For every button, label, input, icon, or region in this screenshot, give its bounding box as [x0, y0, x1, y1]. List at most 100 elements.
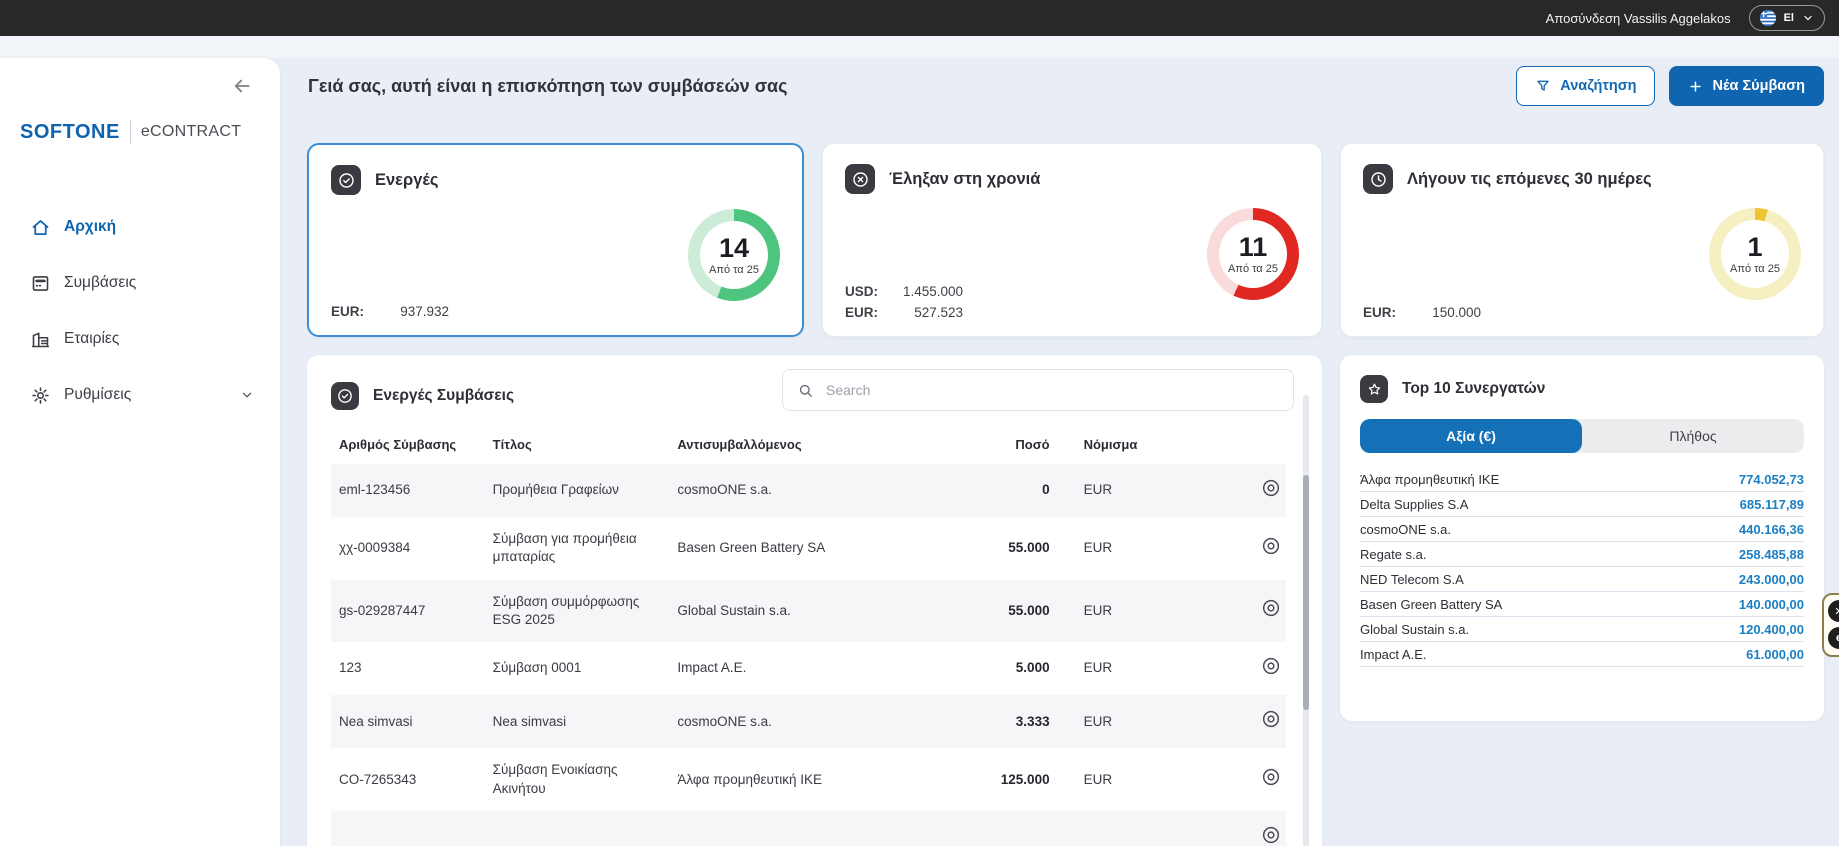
check-circle-icon	[331, 382, 359, 410]
partner-row: NED Telecom S.A 243.000,00	[1360, 567, 1804, 592]
card-title: Έληξαν στη χρονιά	[889, 169, 1041, 188]
sidebar-menu: Αρχική Συμβάσεις Εταιρίες Ρυθμίσεις	[0, 208, 280, 414]
col-header-actions	[1213, 427, 1286, 464]
top-partners-panel: Top 10 Συνεργατών Αξία (€) Πλήθος Άλφα π…	[1340, 355, 1824, 721]
view-contract-icon[interactable]	[1260, 824, 1282, 846]
expired-contracts-donut: 11 Από τα 25	[1207, 208, 1299, 300]
funnel-icon	[1535, 78, 1551, 94]
table-row[interactable]	[331, 810, 1286, 846]
view-contract-icon[interactable]	[1260, 477, 1282, 499]
sidebar-item-label: Συμβάσεις	[64, 274, 137, 291]
logout-link[interactable]: Αποσύνδεση Vassilis Aggelakos	[1546, 11, 1731, 26]
table-row[interactable]: Nea simvasi Nea simvasi cosmoONE s.a. 3.333…	[331, 695, 1286, 749]
partner-name: Άλφα προμηθευτική ΙΚΕ	[1360, 471, 1500, 487]
card-expired-contracts[interactable]: Έληξαν στη χρονιά 11 Από τα 25 USD: 1.455…	[822, 143, 1322, 337]
contract-currency: EUR	[1083, 602, 1113, 618]
search-input[interactable]	[826, 382, 1279, 398]
card-active-contracts[interactable]: Ενεργές 14 Από τα 25 EUR: 937.932	[307, 143, 804, 337]
sidebar-item-label: Αρχική	[64, 218, 117, 235]
contract-counterparty: Global Sustain s.a.	[677, 602, 791, 618]
card-expiring-soon[interactable]: Λήγουν τις επόμενες 30 ημέρες 1 Από τα 2…	[1340, 143, 1824, 337]
e-icon[interactable]: e	[1828, 627, 1839, 649]
contract-counterparty: cosmoONE s.a.	[677, 482, 772, 498]
edge-widget[interactable]: ✕ e	[1822, 593, 1839, 657]
plus-icon	[1688, 79, 1703, 94]
settings-icon	[30, 385, 51, 406]
sidebar-item-label: Ρυθμίσεις	[64, 386, 132, 403]
language-label: El	[1783, 12, 1794, 24]
view-contract-icon[interactable]	[1260, 535, 1282, 557]
table-row[interactable]: gs-029287447 Σύμβαση συμμόρφωσης ESG 2025…	[331, 579, 1286, 642]
chevron-down-icon	[1802, 12, 1814, 24]
contract-amount: 125.000	[1000, 771, 1050, 787]
view-contract-icon[interactable]	[1260, 708, 1282, 730]
tab-value[interactable]: Αξία (€)	[1360, 419, 1582, 453]
col-header-counterparty: Αντισυμβαλλόμενος	[677, 437, 802, 452]
donut-value: 14	[718, 232, 750, 263]
card-amount: EUR: 527.523	[845, 305, 963, 320]
table-row[interactable]: CO-7265343 Σύμβαση Ενοικίασης Ακινήτου Άλφ…	[331, 748, 1286, 810]
topbar: Αποσύνδεση Vassilis Aggelakos El	[0, 0, 1839, 36]
partner-name: Global Sustain s.a.	[1360, 621, 1470, 637]
brand-divider	[129, 120, 131, 144]
x-circle-icon	[845, 164, 875, 194]
contract-number: CO-7265343	[339, 771, 417, 787]
sidebar-collapse-icon[interactable]	[232, 76, 252, 96]
card-amounts: EUR: 150.000	[1363, 305, 1481, 320]
contract-amount: 3.333	[1015, 713, 1050, 729]
partner-name: Basen Green Battery SA	[1360, 596, 1503, 612]
star-icon	[1360, 375, 1388, 403]
language-selector[interactable]: El	[1748, 5, 1825, 31]
partner-row: Άλφα προμηθευτική ΙΚΕ 774.052,73	[1360, 467, 1804, 492]
sidebar-item-settings[interactable]: Ρυθμίσεις	[0, 376, 280, 414]
search-button-label: Αναζήτηση	[1560, 78, 1637, 94]
contracts-icon	[30, 273, 51, 294]
view-contract-icon[interactable]	[1260, 766, 1282, 788]
contract-title: Σύμβαση 0001	[492, 660, 582, 676]
partner-value: 243.000,00	[1738, 571, 1804, 587]
table-row[interactable]: 123 Σύμβαση 0001 Impact A.E. 5.000 EUR	[331, 642, 1286, 695]
sidebar-item-companies[interactable]: Εταιρίες	[0, 320, 280, 358]
contract-number: gs-029287447	[339, 602, 426, 618]
contract-counterparty: Impact A.E.	[677, 660, 747, 676]
contract-counterparty: Άλφα προμηθευτική ΙΚΕ	[677, 771, 823, 787]
currency-label: EUR:	[845, 305, 878, 320]
table-scrollbar-thumb[interactable]	[1303, 475, 1309, 710]
contract-counterparty: cosmoONE s.a.	[677, 713, 772, 729]
contract-amount: 5.000	[1015, 660, 1050, 676]
contract-title: Nea simvasi	[492, 713, 567, 729]
partner-value: 140.000,00	[1738, 596, 1804, 612]
view-contract-icon[interactable]	[1260, 655, 1282, 677]
contract-number: χχ-0009384	[339, 540, 411, 556]
contract-number: eml-123456	[339, 482, 411, 498]
col-header-amount: Ποσό	[1015, 437, 1050, 452]
new-contract-button[interactable]: Νέα Σύμβαση	[1669, 66, 1824, 106]
companies-icon	[30, 329, 51, 350]
sidebar-item-home[interactable]: Αρχική	[0, 208, 280, 246]
contract-title: Σύμβαση συμμόρφωσης ESG 2025	[492, 593, 640, 627]
table-search[interactable]	[782, 369, 1294, 411]
view-contract-icon[interactable]	[1260, 597, 1282, 619]
chevron-down-icon[interactable]	[240, 388, 254, 402]
brand-logo: SOFTONE eCONTRACT	[20, 120, 241, 144]
donut-caption: Από τα 25	[709, 263, 759, 276]
donut-caption: Από τα 25	[1228, 262, 1278, 275]
partner-value: 440.166,36	[1738, 521, 1804, 537]
contract-number: 123	[339, 660, 362, 676]
tab-count[interactable]: Πλήθος	[1582, 419, 1804, 453]
currency-value: 937.932	[400, 304, 449, 319]
partner-name: cosmoONE s.a.	[1360, 521, 1452, 537]
table-row[interactable]: χχ-0009384 Σύμβαση για προμήθεια μπαταρία…	[331, 517, 1286, 579]
currency-value: 150.000	[1432, 305, 1481, 320]
table-row[interactable]: eml-123456 Προμήθεια Γραφείων cosmoONE s.a…	[331, 463, 1286, 518]
close-icon[interactable]: ✕	[1828, 600, 1839, 622]
currency-value: 1.455.000	[902, 284, 963, 299]
sidebar-item-contracts[interactable]: Συμβάσεις	[0, 264, 280, 302]
partner-value: 258.485,88	[1738, 546, 1804, 562]
partner-value: 774.052,73	[1738, 471, 1804, 487]
contract-currency: EUR	[1083, 660, 1113, 676]
donut-value: 11	[1238, 231, 1268, 262]
partner-row: cosmoONE s.a. 440.166,36	[1360, 517, 1804, 542]
search-filter-button[interactable]: Αναζήτηση	[1516, 66, 1656, 106]
contract-currency: EUR	[1083, 540, 1113, 556]
